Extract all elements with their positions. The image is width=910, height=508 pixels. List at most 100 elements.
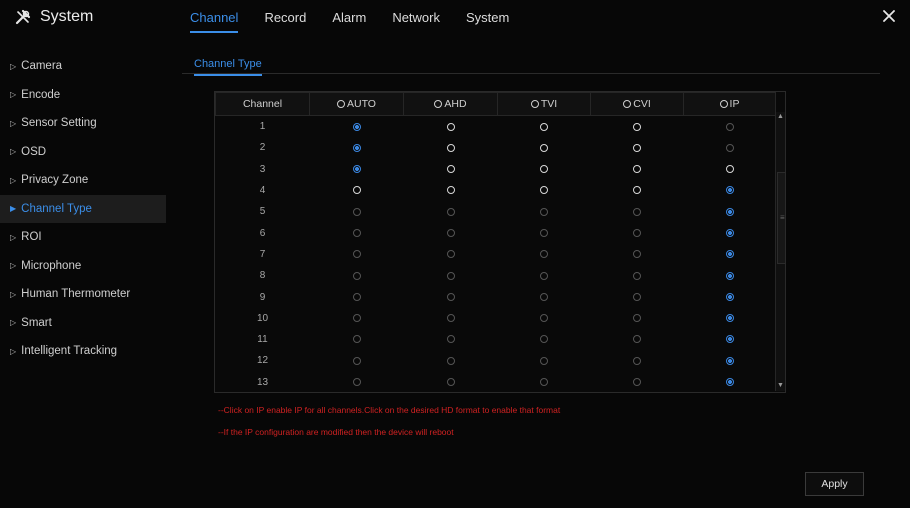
radio-auto[interactable] bbox=[352, 122, 361, 131]
tab-network[interactable]: Network bbox=[392, 10, 440, 33]
table-row: 9 bbox=[216, 286, 776, 307]
radio-cvi[interactable] bbox=[633, 271, 641, 280]
radio-ahd[interactable] bbox=[446, 165, 455, 174]
radio-ahd[interactable] bbox=[446, 122, 455, 131]
radio-tvi[interactable] bbox=[540, 165, 548, 174]
radio-auto[interactable] bbox=[352, 228, 361, 237]
vertical-scrollbar[interactable]: ▲ ≡ ▼ bbox=[775, 112, 786, 391]
radio-ip[interactable] bbox=[725, 165, 734, 174]
radio-cvi[interactable] bbox=[633, 250, 641, 259]
radio-ip[interactable] bbox=[725, 335, 734, 344]
scroll-down-icon[interactable]: ▼ bbox=[776, 381, 785, 391]
apply-button[interactable]: Apply bbox=[805, 472, 864, 496]
header-ahd[interactable]: AHD bbox=[403, 92, 498, 116]
radio-ahd[interactable] bbox=[446, 186, 455, 195]
radio-cvi[interactable] bbox=[633, 314, 641, 323]
radio-auto[interactable] bbox=[352, 378, 361, 387]
radio-ip[interactable] bbox=[725, 356, 734, 365]
sidebar-item-human-thermometer[interactable]: ▷ Human Thermometer bbox=[0, 280, 166, 309]
sidebar-item-roi[interactable]: ▷ ROI bbox=[0, 223, 166, 252]
radio-cvi[interactable] bbox=[633, 228, 641, 237]
scroll-up-icon[interactable]: ▲ bbox=[776, 112, 785, 122]
cell-ip bbox=[684, 222, 776, 243]
radio-tvi[interactable] bbox=[540, 314, 548, 323]
radio-tvi[interactable] bbox=[540, 207, 548, 216]
radio-tvi[interactable] bbox=[540, 378, 548, 387]
radio-cvi[interactable] bbox=[633, 186, 641, 195]
radio-auto[interactable] bbox=[352, 207, 361, 216]
radio-auto[interactable] bbox=[352, 186, 361, 195]
radio-tvi[interactable] bbox=[540, 228, 548, 237]
radio-cvi[interactable] bbox=[633, 356, 641, 365]
sidebar-item-smart[interactable]: ▷ Smart bbox=[0, 309, 166, 338]
sidebar-item-channel-type[interactable]: ▶ Channel Type bbox=[0, 194, 166, 223]
radio-ip[interactable] bbox=[725, 143, 734, 152]
sidebar-item-sensor-setting[interactable]: ▷ Sensor Setting bbox=[0, 109, 166, 138]
radio-cvi[interactable] bbox=[633, 335, 641, 344]
radio-cvi[interactable] bbox=[633, 292, 641, 301]
radio-cvi[interactable] bbox=[633, 143, 641, 152]
tab-channel[interactable]: Channel bbox=[190, 10, 239, 33]
tab-system[interactable]: System bbox=[466, 10, 509, 33]
radio-cvi[interactable] bbox=[633, 378, 641, 387]
radio-tvi[interactable] bbox=[540, 271, 548, 280]
radio-tvi[interactable] bbox=[540, 356, 548, 365]
radio-ahd[interactable] bbox=[446, 378, 455, 387]
radio-ahd[interactable] bbox=[446, 356, 455, 365]
tab-record[interactable]: Record bbox=[264, 10, 306, 33]
radio-cvi[interactable] bbox=[633, 165, 641, 174]
radio-ip[interactable] bbox=[725, 314, 734, 323]
radio-ip[interactable] bbox=[725, 250, 734, 259]
radio-auto[interactable] bbox=[352, 356, 361, 365]
radio-auto[interactable] bbox=[352, 335, 361, 344]
header-auto[interactable]: AUTO bbox=[309, 92, 404, 116]
cell-ahd bbox=[404, 244, 498, 265]
sidebar-item-camera[interactable]: ▷ Camera bbox=[0, 52, 166, 81]
radio-ahd[interactable] bbox=[446, 228, 455, 237]
radio-auto[interactable] bbox=[352, 292, 361, 301]
radio-ip[interactable] bbox=[725, 122, 734, 131]
radio-auto[interactable] bbox=[352, 271, 361, 280]
radio-tvi[interactable] bbox=[540, 186, 548, 195]
radio-ahd[interactable] bbox=[446, 314, 455, 323]
radio-tvi[interactable] bbox=[540, 122, 548, 131]
channel-number: 5 bbox=[259, 206, 266, 218]
cell-cvi bbox=[591, 137, 684, 158]
radio-cvi[interactable] bbox=[633, 122, 641, 131]
radio-tvi[interactable] bbox=[540, 250, 548, 259]
radio-ip[interactable] bbox=[725, 207, 734, 216]
scroll-thumb[interactable]: ≡ bbox=[777, 172, 786, 264]
header-cvi[interactable]: CVI bbox=[590, 92, 684, 116]
cell-cvi bbox=[591, 265, 684, 286]
cell-ip bbox=[684, 180, 776, 201]
sidebar-item-microphone[interactable]: ▷ Microphone bbox=[0, 252, 166, 281]
sidebar-item-osd[interactable]: ▷ OSD bbox=[0, 138, 166, 167]
radio-tvi[interactable] bbox=[540, 335, 548, 344]
radio-tvi[interactable] bbox=[540, 143, 548, 152]
radio-auto[interactable] bbox=[352, 165, 361, 174]
radio-auto[interactable] bbox=[352, 314, 361, 323]
tab-alarm[interactable]: Alarm bbox=[332, 10, 366, 33]
radio-ahd[interactable] bbox=[446, 250, 455, 259]
close-button[interactable] bbox=[880, 7, 898, 25]
radio-ip[interactable] bbox=[725, 292, 734, 301]
radio-ip[interactable] bbox=[725, 186, 734, 195]
radio-ahd[interactable] bbox=[446, 335, 455, 344]
header-ip[interactable]: IP bbox=[683, 92, 776, 116]
sidebar-item-encode[interactable]: ▷ Encode bbox=[0, 81, 166, 110]
cell-auto bbox=[310, 265, 404, 286]
radio-ip[interactable] bbox=[725, 271, 734, 280]
radio-ip[interactable] bbox=[725, 378, 734, 387]
radio-ahd[interactable] bbox=[446, 143, 455, 152]
radio-cvi[interactable] bbox=[633, 207, 641, 216]
radio-auto[interactable] bbox=[352, 143, 361, 152]
sidebar-item-intelligent-tracking[interactable]: ▷ Intelligent Tracking bbox=[0, 337, 166, 366]
radio-tvi[interactable] bbox=[540, 292, 548, 301]
radio-ahd[interactable] bbox=[446, 271, 455, 280]
radio-ahd[interactable] bbox=[446, 292, 455, 301]
radio-auto[interactable] bbox=[352, 250, 361, 259]
header-tvi[interactable]: TVI bbox=[497, 92, 591, 116]
sidebar-item-privacy-zone[interactable]: ▷ Privacy Zone bbox=[0, 166, 166, 195]
radio-ahd[interactable] bbox=[446, 207, 455, 216]
radio-ip[interactable] bbox=[725, 228, 734, 237]
